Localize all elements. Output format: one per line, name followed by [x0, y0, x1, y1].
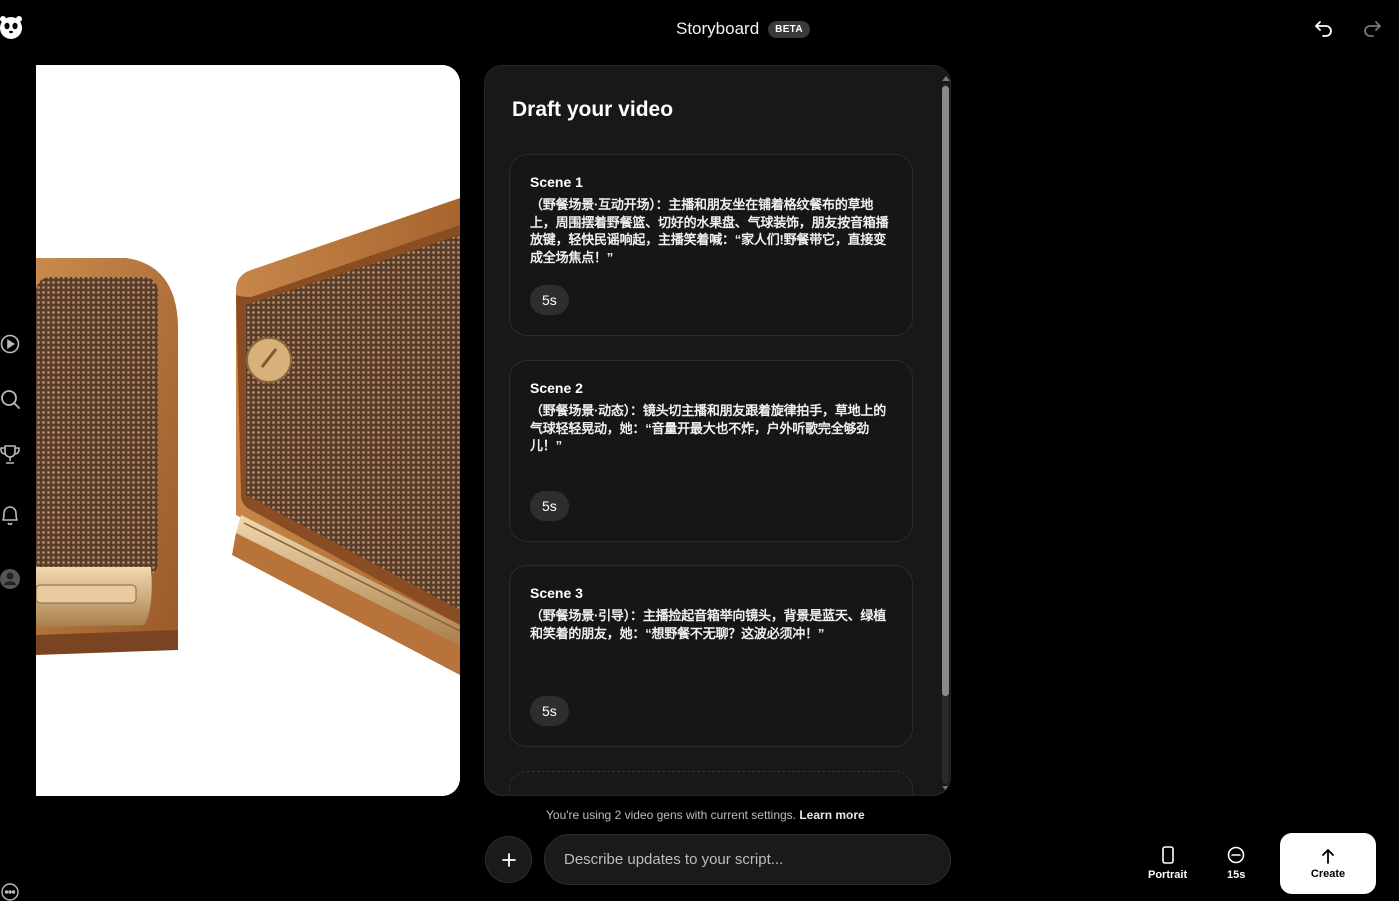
- scroll-up-arrow-icon[interactable]: [942, 76, 950, 81]
- page-title: Storyboard BETA: [676, 18, 810, 40]
- orientation-label: Portrait: [1148, 869, 1188, 881]
- video-play-icon[interactable]: [0, 333, 22, 355]
- scene-label: Scene 2: [530, 380, 583, 396]
- create-button[interactable]: Create: [1280, 833, 1376, 894]
- scene-duration-button[interactable]: 5s: [530, 285, 569, 315]
- scene-text: （野餐场景·引导）：主播捡起音箱举向镜头，背景是蓝天、绿植和笑着的朋友，她：“想…: [530, 608, 887, 641]
- redo-icon[interactable]: [1362, 18, 1382, 38]
- learn-more-link[interactable]: Learn more: [799, 808, 864, 822]
- scroll-down-arrow-icon[interactable]: [942, 786, 950, 791]
- scene-card-1[interactable]: Scene 1 （野餐场景·互动开场）：主播和朋友坐在铺着格纹餐布的草地上，周围…: [509, 154, 913, 336]
- draft-panel: Draft your video Scene 1 （野餐场景·互动开场）：主播和…: [484, 65, 951, 796]
- scene-text: （野餐场景·动态）：镜头切主播和朋友跟着旋律拍手，草地上的气球轻轻晃动，她：“音…: [530, 403, 887, 453]
- scene-label: Scene 1: [530, 174, 583, 190]
- title-text: Storyboard: [676, 19, 760, 38]
- length-button[interactable]: 15s: [1227, 846, 1245, 881]
- add-button[interactable]: [485, 836, 532, 883]
- arrow-up-icon: [1322, 848, 1334, 864]
- panel-scrollbar[interactable]: [940, 76, 950, 792]
- script-update-input[interactable]: [544, 834, 951, 885]
- portrait-icon: [1161, 846, 1174, 864]
- scene-duration-button[interactable]: 5s: [530, 491, 569, 521]
- undo-icon[interactable]: [1314, 18, 1334, 38]
- scene-card-4-partial[interactable]: [509, 771, 913, 795]
- more-icon[interactable]: [0, 882, 22, 901]
- scene-card-3[interactable]: Scene 3 （野餐场景·引导）：主播捡起音箱举向镜头，背景是蓝天、绿植和笑着…: [509, 565, 913, 747]
- panda-logo-icon[interactable]: [0, 16, 22, 40]
- plus-icon: [501, 852, 516, 867]
- scene-text: （野餐场景·互动开场）：主播和朋友坐在铺着格纹餐布的草地上，周围摆着野餐篮、切好…: [530, 197, 889, 265]
- clock-icon: [1227, 846, 1245, 864]
- bell-icon[interactable]: [0, 505, 22, 527]
- scene-label: Scene 3: [530, 585, 583, 601]
- beta-badge: BETA: [768, 20, 810, 38]
- scene-card-2[interactable]: Scene 2 （野餐场景·动态）：镜头切主播和朋友跟着旋律拍手，草地上的气球轻…: [509, 360, 913, 542]
- usage-info: You're using 2 video gens with current s…: [546, 808, 865, 822]
- trophy-icon[interactable]: [0, 444, 22, 466]
- scroll-thumb[interactable]: [942, 86, 949, 696]
- length-label: 15s: [1227, 869, 1246, 881]
- profile-icon[interactable]: [0, 568, 22, 590]
- orientation-button[interactable]: Portrait: [1148, 846, 1187, 881]
- scene-duration-button[interactable]: 5s: [530, 696, 569, 726]
- panel-title: Draft your video: [512, 98, 674, 121]
- search-icon[interactable]: [0, 389, 22, 411]
- create-label: Create: [1310, 867, 1346, 880]
- usage-info-text: You're using 2 video gens with current s…: [546, 808, 796, 822]
- video-preview-image: [36, 65, 460, 796]
